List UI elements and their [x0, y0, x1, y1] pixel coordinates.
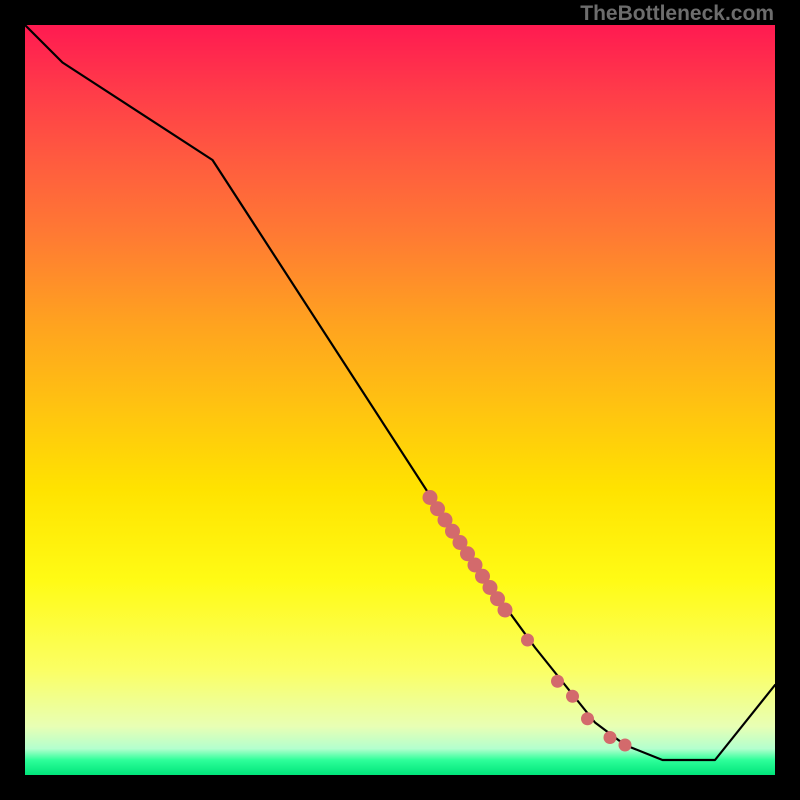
line-path: [25, 25, 775, 760]
marker-dot: [581, 712, 594, 725]
curve-line: [25, 25, 775, 760]
marker-dot: [551, 675, 564, 688]
plot-area: [25, 25, 775, 775]
chart-svg: [25, 25, 775, 775]
highlight-markers: [423, 490, 632, 752]
marker-dot: [619, 739, 632, 752]
marker-dot: [521, 634, 534, 647]
watermark-text: TheBottleneck.com: [580, 2, 774, 26]
chart-container: TheBottleneck.com: [0, 0, 800, 800]
marker-dot: [604, 731, 617, 744]
marker-dot: [566, 690, 579, 703]
marker-dot: [498, 603, 513, 618]
